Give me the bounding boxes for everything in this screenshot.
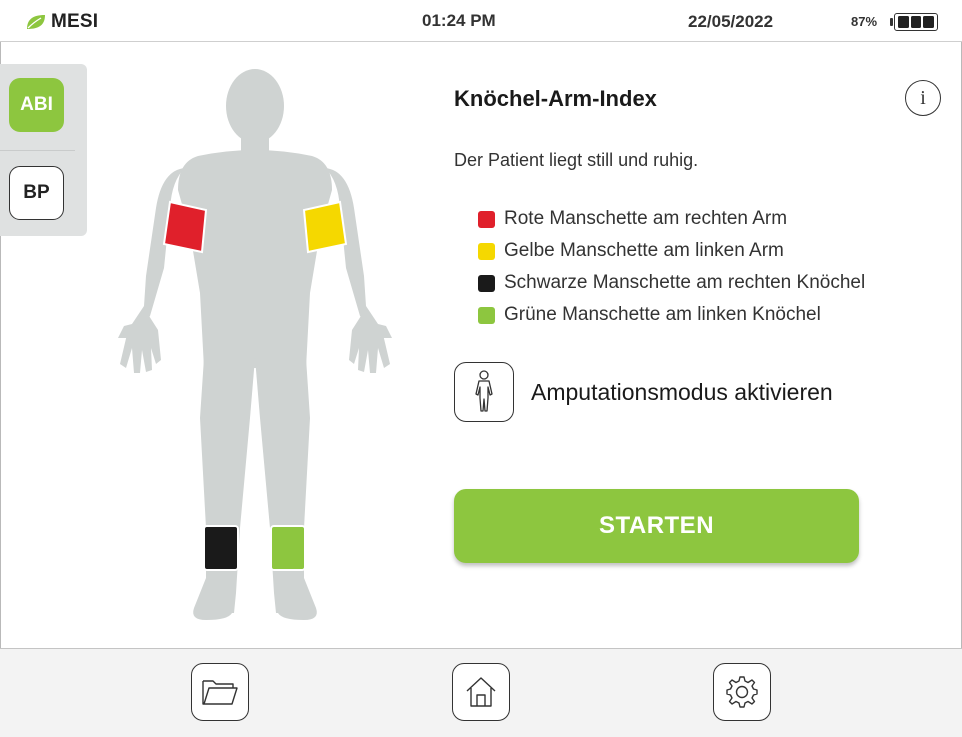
instruction-text: Der Patient liegt still und ruhig. — [454, 150, 699, 170]
cuff-legend-item: Schwarze Manschette am rechten Knöchel — [478, 267, 865, 299]
cuff-label-red: Rote Manschette am rechten Arm — [504, 208, 788, 229]
home-button[interactable] — [452, 663, 510, 721]
start-button[interactable]: STARTEN — [454, 489, 859, 563]
cuff-legend: Rote Manschette am rechten Arm Gelbe Man… — [478, 203, 865, 331]
cuff-label-black: Schwarze Manschette am rechten Knöchel — [504, 272, 866, 293]
figure-head — [226, 69, 284, 143]
cuff-legend-item: Gelbe Manschette am linken Arm — [478, 235, 865, 267]
red-swatch — [478, 210, 495, 228]
cuff-legend-item: Grüne Manschette am linken Knöchel — [478, 299, 865, 331]
bottom-nav — [0, 648, 962, 737]
status-bar: MESI 01:24 PM 22/05/2022 87% — [0, 0, 962, 42]
folder-icon — [202, 680, 238, 705]
figure-torso — [178, 150, 332, 368]
cuff-label-yellow: Gelbe Manschette am linken Arm — [504, 240, 784, 261]
battery-icon — [890, 13, 938, 31]
figure-left-arm — [325, 168, 392, 338]
battery-percentage: 87% — [851, 14, 878, 29]
yellow-swatch — [478, 242, 495, 260]
page-title: Knöchel-Arm-Index — [454, 86, 657, 111]
mode-abi-button[interactable]: ABI — [9, 78, 64, 132]
green-cuff-left-ankle — [270, 525, 306, 571]
black-cuff-right-ankle — [203, 525, 239, 571]
figure-right-arm — [118, 168, 185, 338]
figure-right-hand — [120, 308, 161, 373]
mode-bp-button[interactable]: BP — [9, 166, 64, 220]
cuff-label-green: Grüne Manschette am linken Knöchel — [504, 304, 821, 325]
clock-time: 01:24 PM — [422, 11, 496, 30]
body-figure — [118, 69, 392, 620]
mesi-leaf-icon — [27, 15, 45, 29]
settings-button[interactable] — [713, 663, 771, 721]
current-date: 22/05/2022 — [688, 12, 774, 31]
amputation-mode-button[interactable] — [454, 362, 514, 422]
green-swatch — [478, 306, 495, 324]
figure-right-foot — [193, 578, 234, 620]
info-icon[interactable]: i — [905, 80, 941, 116]
files-button[interactable] — [191, 663, 249, 721]
brand-logo: MESI — [26, 11, 98, 33]
mode-divider — [0, 150, 75, 151]
home-icon — [466, 677, 496, 707]
mode-selector: ABI BP — [0, 64, 87, 236]
brand-name: MESI — [51, 11, 99, 32]
figure-left-foot — [276, 578, 317, 620]
figure-left-leg — [255, 358, 310, 613]
red-cuff-right-arm — [162, 200, 208, 254]
cuff-legend-item: Rote Manschette am rechten Arm — [478, 203, 865, 235]
amputation-mode-label[interactable]: Amputationsmodus aktivieren — [531, 379, 833, 406]
yellow-cuff-left-arm — [302, 200, 348, 254]
figure-left-hand — [349, 308, 390, 373]
figure-right-leg — [200, 358, 255, 613]
person-icon — [475, 370, 493, 412]
black-swatch — [478, 274, 495, 292]
gear-icon — [726, 676, 758, 708]
